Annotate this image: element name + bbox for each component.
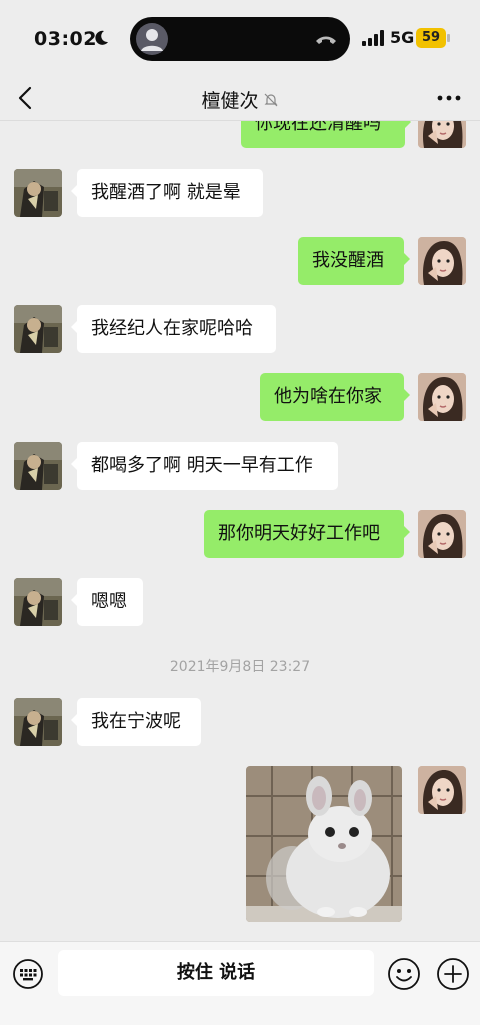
input-bar: 按住 说话 [0,941,480,1025]
message-bubble-outgoing[interactable]: 那你明天好好工作吧 [204,510,410,558]
message-bubble-outgoing[interactable]: 我没醒酒 [298,237,410,285]
contact-avatar[interactable] [14,305,62,353]
contact-avatar[interactable] [14,442,62,490]
my-avatar[interactable] [418,121,466,148]
chat-header: 檀健次 [0,80,480,121]
my-avatar[interactable] [418,373,466,421]
image-message-chinchilla[interactable] [246,766,402,922]
contact-avatar[interactable] [14,698,62,746]
contact-avatar[interactable] [14,578,62,626]
chat-title: 檀健次 [201,90,259,112]
my-avatar[interactable] [418,510,466,558]
caller-avatar-icon [136,23,168,55]
message-bubble-incoming[interactable]: 我醒酒了啊 就是晕 [71,169,263,217]
message-bubble-incoming[interactable]: 我在宁波呢 [71,698,201,746]
contact-avatar[interactable] [14,169,62,217]
keyboard-icon[interactable] [12,958,44,990]
chat-title-wrap[interactable]: 檀健次 [0,86,480,113]
phone-icon [316,36,336,44]
hold-to-talk-button[interactable]: 按住 说话 [58,950,374,996]
dynamic-island[interactable] [130,17,350,61]
my-avatar[interactable] [418,766,466,814]
signal-icon [362,30,384,46]
message-bubble-outgoing[interactable]: 你现在还清醒吗 [241,121,411,148]
message-bubble-incoming[interactable]: 我经纪人在家呢哈哈 [71,305,276,353]
battery-tip [447,34,450,42]
my-avatar[interactable] [418,237,466,285]
status-time: 03:02 [34,28,97,50]
message-list[interactable]: 你现在还清醒吗 我醒酒了啊 就是晕 我没醒酒 我经纪人在家呢哈哈 他为啥在你家 … [0,121,480,941]
status-bar: 03:02 5G 59 [0,0,480,80]
message-bubble-incoming[interactable]: 嗯嗯 [71,578,143,626]
message-timestamp: 2021年9月8日 23:27 [169,659,311,675]
message-bubble-outgoing[interactable]: 他为啥在你家 [260,373,410,421]
moon-icon [95,30,108,45]
network-label: 5G [390,28,415,47]
plus-icon[interactable] [436,957,470,991]
message-bubble-incoming[interactable]: 都喝多了啊 明天一早有工作 [71,442,338,490]
more-icon[interactable] [434,88,464,108]
emoji-icon[interactable] [387,957,421,991]
mute-bell-icon [264,93,277,107]
chinchilla-photo-icon [246,766,402,922]
battery-level: 59 [416,28,446,48]
